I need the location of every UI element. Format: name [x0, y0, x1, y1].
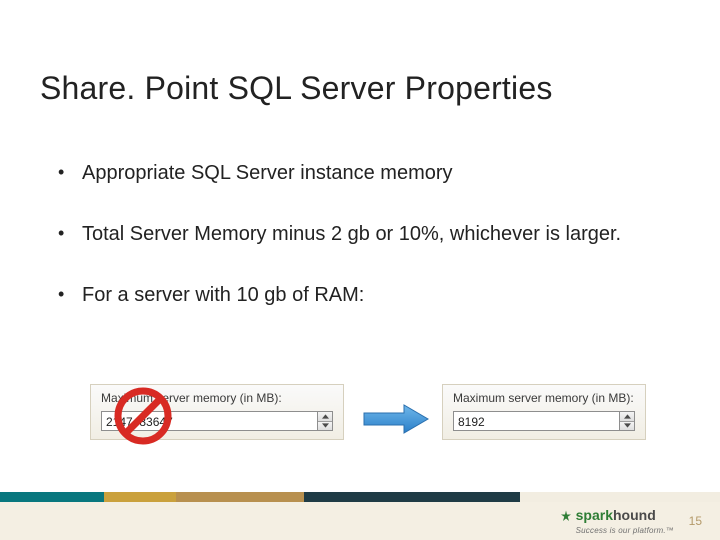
brand-tagline: Success is our platform.™ — [576, 526, 674, 535]
memory-input-row: 2147483647 — [101, 411, 333, 431]
brand-spark: spark — [576, 507, 613, 523]
chevron-up-icon[interactable] — [620, 412, 634, 422]
brand-logo: sparkhound Success is our platform.™ — [560, 507, 674, 535]
memory-input-before[interactable]: 2147483647 — [101, 411, 318, 431]
memory-label-before: Maximum server memory (in MB): — [101, 391, 333, 405]
spinner-after[interactable] — [620, 411, 635, 431]
color-segment — [0, 492, 104, 502]
brand-hound: hound — [613, 507, 656, 523]
chevron-down-icon[interactable] — [318, 422, 332, 431]
arrow-right-icon — [362, 402, 430, 436]
color-segment — [104, 492, 176, 502]
color-segment — [304, 492, 520, 502]
bullet-item: Appropriate SQL Server instance memory — [54, 160, 654, 187]
page-title: Share. Point SQL Server Properties — [40, 70, 553, 107]
memory-box-after: Maximum server memory (in MB): 8192 — [442, 384, 646, 440]
bullet-item: For a server with 10 gb of RAM: — [54, 282, 654, 309]
memory-input-row: 8192 — [453, 411, 635, 431]
spinner-before[interactable] — [318, 411, 333, 431]
page-number: 15 — [684, 514, 702, 528]
spark-icon — [560, 510, 572, 522]
slide: Share. Point SQL Server Properties Appro… — [0, 0, 720, 540]
memory-comparison: Maximum server memory (in MB): 214748364… — [90, 384, 670, 454]
chevron-down-icon[interactable] — [620, 422, 634, 431]
color-segment — [176, 492, 304, 502]
memory-input-after[interactable]: 8192 — [453, 411, 620, 431]
memory-box-before: Maximum server memory (in MB): 214748364… — [90, 384, 344, 440]
color-segment — [520, 492, 720, 502]
chevron-up-icon[interactable] — [318, 412, 332, 422]
footer-color-bar — [0, 492, 720, 502]
footer: sparkhound Success is our platform.™ 15 — [0, 502, 720, 540]
memory-label-after: Maximum server memory (in MB): — [453, 391, 635, 405]
bullet-item: Total Server Memory minus 2 gb or 10%, w… — [54, 221, 654, 248]
bullet-list: Appropriate SQL Server instance memory T… — [54, 160, 654, 343]
brand-name: sparkhound — [576, 507, 656, 525]
